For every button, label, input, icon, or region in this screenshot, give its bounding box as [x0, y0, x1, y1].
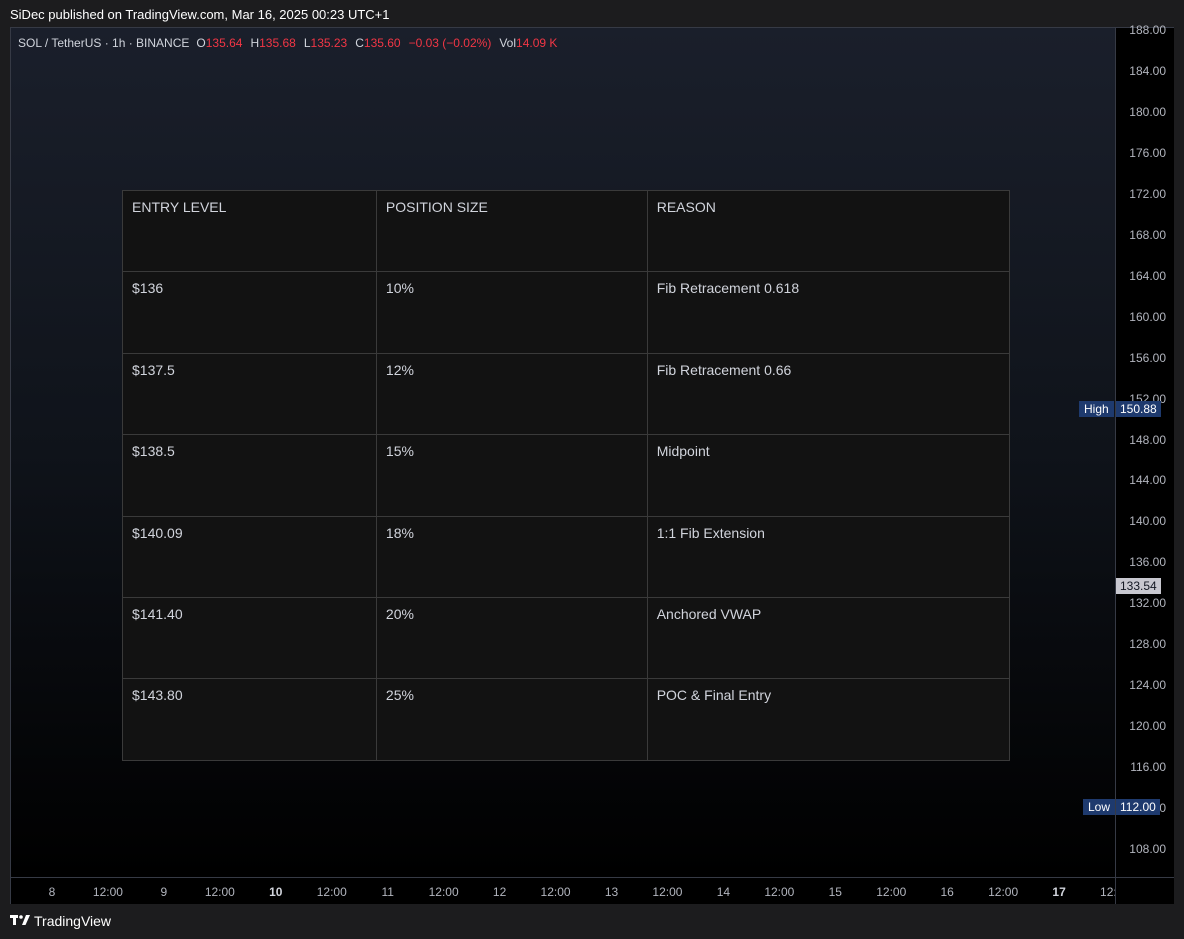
current-price-badge: 133.54	[1116, 578, 1161, 594]
position-size-cell: 20%	[375, 596, 648, 680]
price-label: 180.00	[1129, 104, 1166, 119]
entry-level-cell: $141.40	[122, 596, 377, 680]
high-price-badge: 150.88	[1116, 401, 1161, 417]
header-position-size: POSITION SIZE	[375, 189, 648, 273]
price-label: 184.00	[1129, 63, 1166, 78]
low-price-badge: 112.00	[1116, 799, 1160, 815]
time-label: 12:00	[1100, 885, 1115, 899]
volume-label: Vol	[499, 36, 517, 50]
time-label: 12:00	[988, 885, 1019, 899]
price-label: 144.00	[1129, 473, 1166, 488]
position-size-cell: 15%	[375, 434, 648, 517]
table-row: $138.5 15% Midpoint	[122, 434, 1011, 517]
table-row: $136 10% Fib Retracement 0.618	[122, 271, 1011, 354]
price-label: 156.00	[1129, 350, 1166, 365]
entry-level-cell: $140.09	[122, 515, 377, 598]
close-label: C	[355, 36, 364, 50]
chart-frame[interactable]: SOL / TetherUS · 1h · BINANCE O 135.64 H…	[10, 23, 1174, 904]
reason-cell: Fib Retracement 0.66	[646, 352, 1011, 436]
symbol-title[interactable]: SOL / TetherUS · 1h · BINANCE	[18, 36, 189, 50]
time-label: 15	[828, 885, 842, 899]
tradingview-logo-icon	[10, 915, 30, 925]
position-size-cell: 12%	[375, 352, 648, 436]
time-label: 12:00	[428, 885, 459, 899]
open-label: O	[196, 36, 206, 50]
time-label: 10	[269, 885, 283, 899]
time-label: 12	[492, 885, 507, 899]
time-label: 12:00	[540, 885, 571, 899]
high-value: 135.68	[259, 36, 296, 50]
price-label: 128.00	[1129, 637, 1166, 652]
price-label: 132.00	[1129, 596, 1166, 611]
position-size-cell: 25%	[375, 678, 648, 761]
price-label: 116.00	[1130, 760, 1166, 775]
position-size-cell: 18%	[375, 515, 648, 598]
entry-level-cell: $143.80	[122, 678, 377, 761]
price-axis[interactable]: 188.00 184.00 180.00 176.00 172.00 168.00 164.…	[1115, 23, 1174, 877]
volume-value: 14.09 K	[516, 36, 558, 50]
open-value: 135.64	[205, 36, 243, 50]
header-entry-level: ENTRY LEVEL	[122, 189, 377, 273]
price-label: 188.00	[1129, 23, 1166, 37]
table-header-row: ENTRY LEVEL POSITION SIZE REASON	[122, 189, 1011, 273]
price-label: 124.00	[1129, 678, 1166, 693]
reason-cell: Anchored VWAP	[646, 596, 1011, 680]
time-label: 17	[1052, 885, 1066, 899]
high-tag: High	[1079, 401, 1114, 417]
time-label: 16	[940, 885, 954, 899]
time-label: 9	[160, 885, 168, 899]
price-label: 168.00	[1129, 227, 1166, 242]
time-label: 13	[604, 885, 619, 899]
low-value: 135.23	[310, 36, 348, 50]
time-label: 8	[48, 885, 56, 899]
price-label: 148.00	[1129, 432, 1166, 447]
price-label: 176.00	[1129, 145, 1166, 160]
price-label: 172.00	[1129, 186, 1166, 201]
table-row: $137.5 12% Fib Retracement 0.66	[122, 352, 1011, 436]
time-label: 11	[381, 885, 394, 899]
entry-plan-table: ENTRY LEVEL POSITION SIZE REASON $136 10…	[122, 189, 1011, 761]
entry-level-cell: $138.5	[122, 434, 377, 517]
position-size-cell: 10%	[375, 271, 648, 354]
time-label: 12:00	[92, 885, 123, 899]
low-label: L	[303, 36, 311, 50]
time-label: 12:00	[652, 885, 683, 899]
axis-corner	[1115, 877, 1174, 904]
entry-level-cell: $136	[122, 271, 377, 354]
price-label: 140.00	[1129, 514, 1166, 529]
price-label: 108.00	[1129, 842, 1166, 856]
table-row: $140.09 18% 1:1 Fib Extension	[122, 515, 1011, 598]
price-label: 160.00	[1129, 309, 1166, 324]
plot-area[interactable]: SOL / TetherUS · 1h · BINANCE O 135.64 H…	[11, 28, 1115, 877]
time-label: 12:00	[764, 885, 795, 899]
time-label: 12:00	[876, 885, 907, 899]
reason-cell: POC & Final Entry	[646, 678, 1011, 761]
low-tag: Low	[1083, 799, 1116, 815]
close-value: 135.60	[363, 36, 401, 50]
price-label: 164.00	[1129, 268, 1166, 283]
symbol-legend: SOL / TetherUS · 1h · BINANCE O 135.64 H…	[18, 36, 565, 50]
table-row: $141.40 20% Anchored VWAP	[122, 596, 1011, 680]
price-label: 136.00	[1129, 555, 1166, 570]
time-label: 14	[716, 885, 731, 899]
reason-cell: 1:1 Fib Extension	[646, 515, 1011, 598]
reason-cell: Midpoint	[646, 434, 1011, 517]
time-label: 12:00	[316, 885, 347, 899]
high-label: H	[250, 36, 260, 50]
price-label: 120.00	[1129, 719, 1166, 734]
time-label: 12:00	[204, 885, 235, 899]
published-header: SiDec published on TradingView.com, Mar …	[10, 7, 390, 22]
entry-level-cell: $137.5	[122, 352, 377, 436]
change-value: −0.03 (−0.02%)	[408, 36, 492, 50]
footer-brand-label: TradingView	[34, 913, 112, 929]
footer-brand[interactable]: TradingView	[10, 913, 111, 929]
header-reason: REASON	[646, 189, 1011, 273]
time-axis[interactable]: 8 12:00 9 12:00 10 12:00 11 12:00 12 12:00 13 12:00…	[11, 877, 1115, 904]
reason-cell: Fib Retracement 0.618	[646, 271, 1011, 354]
table-row: $143.80 25% POC & Final Entry	[122, 678, 1011, 761]
